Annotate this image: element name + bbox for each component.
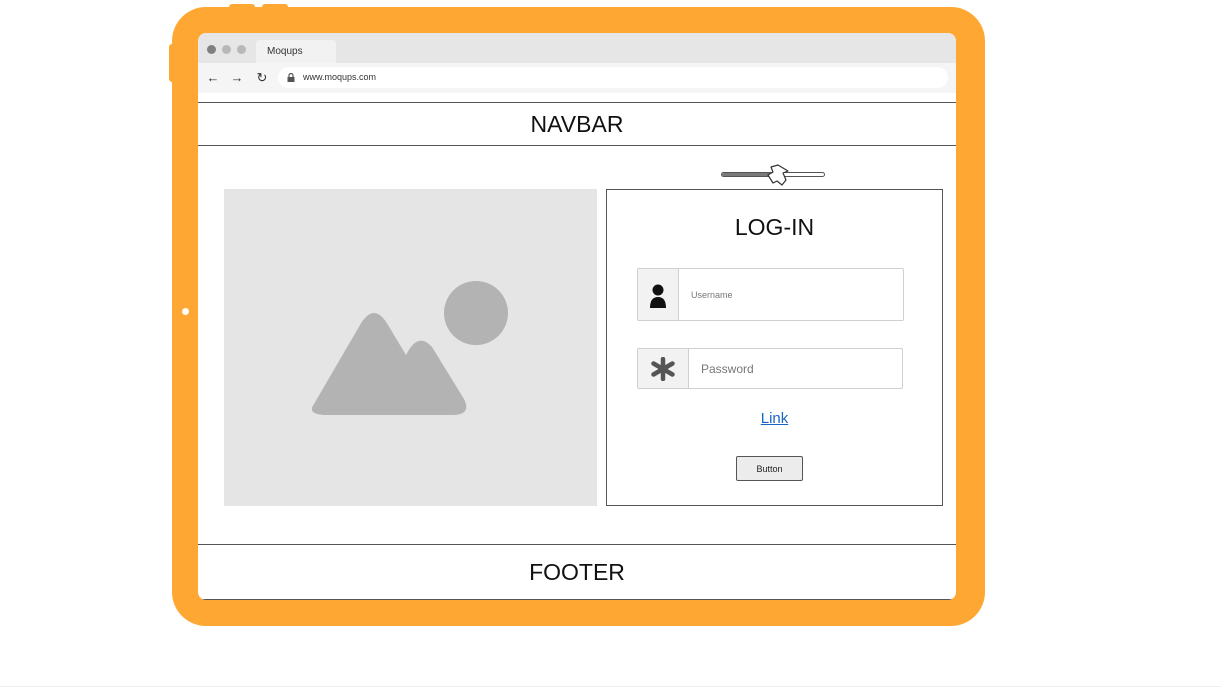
navbar: NAVBAR — [198, 102, 956, 146]
username-input[interactable] — [691, 269, 891, 320]
user-icon — [650, 284, 666, 308]
tablet-camera — [182, 308, 189, 315]
tablet-screen: Moqups ← → ↻ www.moqups.com NAVBAR LOG-I… — [198, 33, 956, 600]
password-addon — [638, 349, 689, 388]
lock-icon — [287, 73, 295, 82]
login-panel: LOG-IN Link — [606, 189, 943, 506]
arrow-left-icon[interactable]: ← — [206, 70, 220, 86]
footer: FOOTER — [198, 544, 956, 600]
image-placeholder — [224, 189, 597, 506]
asterisk-icon — [651, 357, 675, 381]
login-button[interactable]: Button — [736, 456, 803, 481]
arrow-right-icon[interactable]: → — [230, 70, 244, 86]
password-input[interactable] — [701, 349, 891, 388]
window-maximize-dot[interactable] — [237, 45, 246, 54]
login-link[interactable]: Link — [607, 410, 942, 427]
browser-tab[interactable]: Moqups — [256, 40, 336, 63]
address-bar[interactable]: www.moqups.com — [278, 67, 948, 88]
reload-icon[interactable]: ↻ — [255, 70, 269, 86]
address-text: www.moqups.com — [303, 72, 377, 82]
slider-handle[interactable] — [766, 163, 790, 187]
browser-tab-strip: Moqups — [198, 33, 956, 63]
username-addon — [638, 269, 679, 320]
image-placeholder-icon — [311, 281, 508, 415]
window-minimize-dot[interactable] — [222, 45, 231, 54]
login-title: LOG-IN — [734, 214, 815, 240]
username-field[interactable] — [637, 268, 904, 321]
window-close-dot[interactable] — [207, 45, 216, 54]
password-field[interactable] — [637, 348, 903, 389]
